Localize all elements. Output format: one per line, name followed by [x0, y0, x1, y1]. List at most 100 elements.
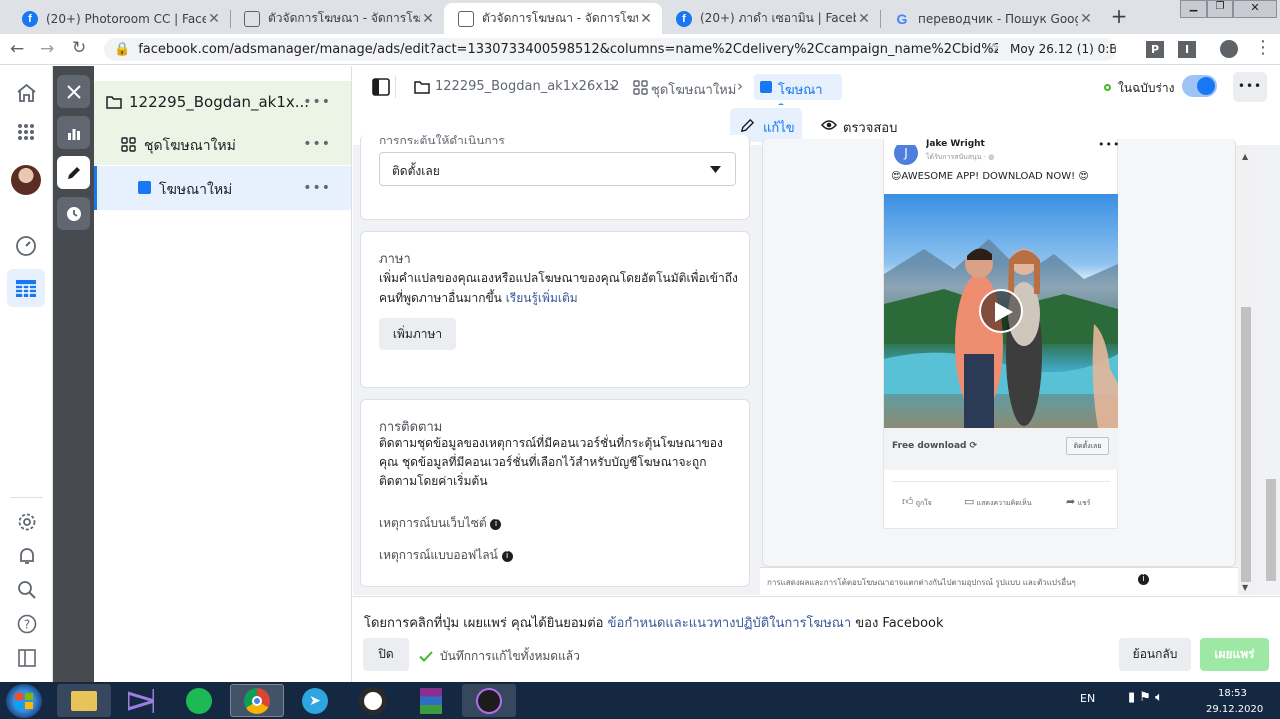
- install-now-button[interactable]: ติดตั้งเลย: [1066, 437, 1109, 455]
- close-tab-icon[interactable]: ✕: [420, 11, 436, 27]
- search-icon[interactable]: [17, 580, 37, 600]
- close-tab-icon[interactable]: ✕: [638, 11, 654, 27]
- globe-icon: ◍: [988, 153, 995, 161]
- breadcrumb-adset[interactable]: ชุดโฆษณาใหม่: [651, 79, 736, 100]
- share-action[interactable]: ➦ แชร์: [1066, 495, 1090, 509]
- play-button[interactable]: [979, 289, 1023, 333]
- learn-more-link[interactable]: เรียนรู้เพิ่มเติม: [506, 291, 578, 305]
- browser-tab[interactable]: G переводчик - Пошук Google ✕: [880, 3, 1102, 34]
- url-text: facebook.com/adsmanager/manage/ads/edit?…: [138, 42, 999, 57]
- offline-events-row[interactable]: เหตุการณ์แบบออฟไลน์ i: [379, 546, 513, 565]
- tree-item-campaign[interactable]: 122295_Bogdan_ak1x... •••: [94, 81, 351, 123]
- close-editor-button[interactable]: [57, 75, 90, 108]
- taskbar-explorer[interactable]: [57, 684, 111, 717]
- page-avatar: J: [894, 145, 918, 165]
- history-button[interactable]: [57, 197, 90, 230]
- scroll-down-icon[interactable]: ▼: [1242, 583, 1248, 592]
- scroll-up-icon[interactable]: ▲: [1242, 152, 1248, 161]
- add-language-button[interactable]: เพิ่มภาษา: [379, 318, 456, 350]
- taskbar-telegram[interactable]: ➤: [288, 684, 342, 717]
- bookmark-star-icon[interactable]: ☆: [987, 41, 1000, 57]
- bar-chart-icon: [67, 128, 80, 140]
- more-options-icon[interactable]: •••: [303, 136, 331, 152]
- cta-select[interactable]: ติดตั้งเลย: [379, 152, 736, 186]
- folder-icon: [71, 690, 97, 711]
- reload-icon[interactable]: ↻: [72, 38, 92, 58]
- post-more-icon[interactable]: •••: [1098, 138, 1120, 151]
- taskbar-spotify[interactable]: [172, 684, 226, 717]
- clock-time[interactable]: 18:53: [1218, 688, 1247, 699]
- website-events-row[interactable]: เหตุการณ์บนเว็บไซต์ i: [379, 514, 502, 533]
- extension-i-icon[interactable]: I: [1178, 41, 1196, 58]
- forward-icon[interactable]: →: [40, 39, 60, 59]
- toggle-panel-icon[interactable]: [372, 78, 390, 96]
- preview-scrollbar[interactable]: ▲ ▼: [1238, 145, 1254, 595]
- tree-item-ad-selected[interactable]: โฆษณาใหม่ •••: [94, 166, 351, 210]
- taskbar-chrome[interactable]: [230, 684, 284, 717]
- comment-icon: ▭: [964, 495, 975, 508]
- more-actions-button[interactable]: •••: [1233, 72, 1267, 102]
- preview-panel: J Jake Wright ได้รับการสนับสนุน · ◍ ••• …: [760, 138, 1280, 595]
- browser-tab[interactable]: f (20+) Photoroom CC | Facebook ✕: [8, 3, 230, 34]
- breadcrumb-campaign[interactable]: 122295_Bogdan_ak1x26x12: [435, 79, 619, 94]
- ads-manager-nav-item[interactable]: [7, 269, 45, 307]
- maximize-button[interactable]: ❐: [1207, 0, 1233, 18]
- taskbar-app[interactable]: [346, 684, 400, 717]
- scrollbar-thumb[interactable]: [1241, 307, 1251, 582]
- browser-tab-active[interactable]: ตัวจัดการโฆษณา - จัดการโฆษณา - โ ✕: [444, 3, 662, 34]
- browser-tab[interactable]: f (20+) ภาดำ เซอามิน | Facebook ✕: [662, 3, 880, 34]
- publish-button[interactable]: เผยแพร่: [1200, 638, 1269, 671]
- taskbar-app2[interactable]: [462, 684, 516, 717]
- more-options-icon[interactable]: •••: [303, 180, 331, 196]
- edit-mode-button[interactable]: [57, 156, 90, 189]
- browser-tab[interactable]: ตัวจัดการโฆษณา - จัดการโฆษณา - โ ✕: [230, 3, 444, 34]
- more-options-icon[interactable]: •••: [303, 94, 331, 110]
- start-button[interactable]: [6, 684, 42, 718]
- report-panel-icon[interactable]: [17, 648, 37, 668]
- help-icon[interactable]: ?: [17, 614, 37, 634]
- profile-icon[interactable]: [1220, 40, 1238, 58]
- tree-item-adset[interactable]: ชุดโฆษณาใหม่ •••: [94, 123, 351, 165]
- charts-button[interactable]: [57, 116, 90, 149]
- comment-action[interactable]: ▭ แสดงความคิดเห็น: [964, 495, 1032, 509]
- preview-disclaimer: การแสดงผลและการโต้ตอบโฆษณาอาจแตกต่างกันไ…: [767, 578, 1076, 587]
- apps-grid-icon[interactable]: [17, 123, 35, 141]
- ad-video-thumbnail[interactable]: [884, 194, 1118, 428]
- extension-p-icon[interactable]: P: [1146, 41, 1164, 58]
- clock-date[interactable]: 29.12.2020: [1206, 704, 1263, 715]
- editor-tool-rail: [53, 66, 94, 682]
- avatar[interactable]: [11, 165, 41, 195]
- browser-menu-icon[interactable]: ⋮: [1254, 37, 1272, 58]
- taskbar-visual-studio[interactable]: [114, 684, 168, 717]
- dashboard-gauge-icon[interactable]: [15, 235, 37, 257]
- info-icon[interactable]: i: [1138, 574, 1149, 585]
- new-tab-button[interactable]: +: [1106, 5, 1132, 29]
- back-button[interactable]: ย้อนกลับ: [1119, 638, 1191, 671]
- back-icon[interactable]: ←: [10, 39, 30, 59]
- link-area[interactable]: Free download ⟳ ติดตั้งเลย: [884, 428, 1118, 470]
- notifications-bell-icon[interactable]: [17, 546, 37, 566]
- terms-link[interactable]: ข้อกำหนดและแนวทางปฏิบัติในการโฆษณา: [608, 616, 852, 631]
- close-tab-icon[interactable]: ✕: [856, 11, 872, 27]
- breadcrumb-ad[interactable]: โฆษณาใหม่: [754, 74, 842, 119]
- taskbar-winrar[interactable]: [404, 684, 458, 717]
- page-scrollbar-thumb[interactable]: [1266, 479, 1276, 581]
- settings-gear-icon[interactable]: [17, 512, 37, 532]
- close-tab-icon[interactable]: ✕: [206, 11, 222, 27]
- status-toggle[interactable]: [1182, 75, 1217, 97]
- close-window-button[interactable]: ✕: [1233, 0, 1277, 18]
- like-action[interactable]: 👍︎ ถูกใจ: [902, 495, 932, 509]
- tab-review[interactable]: ตรวจสอบ: [815, 108, 899, 142]
- ads-manager-icon: [244, 10, 260, 27]
- minimize-button[interactable]: ▁: [1180, 0, 1207, 18]
- adset-grid-icon: [121, 137, 136, 152]
- campaign-tree: 122295_Bogdan_ak1x... ••• ชุดโฆษณาใหม่ •…: [94, 66, 352, 682]
- home-icon[interactable]: [16, 83, 37, 103]
- info-icon[interactable]: i: [501, 551, 513, 562]
- url-bar[interactable]: 🔒 facebook.com/adsmanager/manage/ads/edi…: [104, 38, 1116, 61]
- close-tab-icon[interactable]: ✕: [1078, 11, 1094, 27]
- tray-icons[interactable]: ▮ ⚑ 🔈︎: [1128, 690, 1163, 705]
- close-button[interactable]: ปิด: [363, 638, 409, 671]
- info-icon[interactable]: i: [490, 519, 502, 530]
- input-language[interactable]: EN: [1080, 692, 1095, 705]
